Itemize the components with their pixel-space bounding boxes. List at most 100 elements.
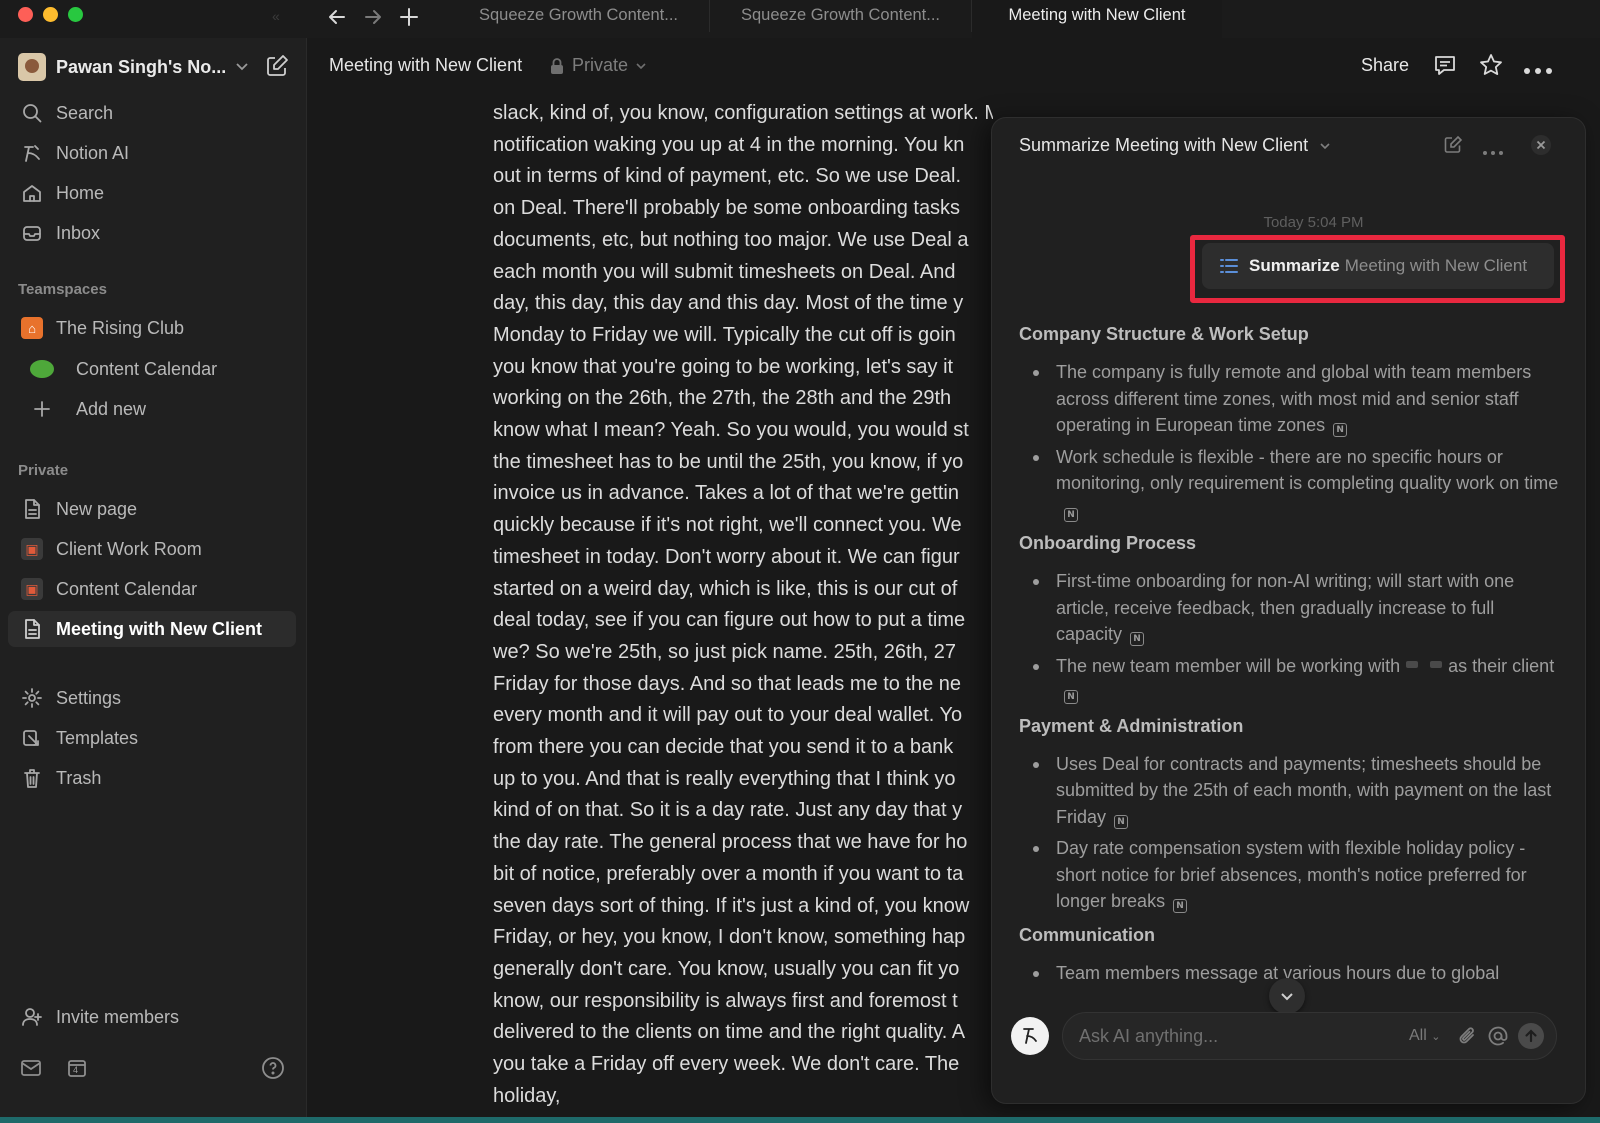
- page-title-breadcrumb[interactable]: Meeting with New Client: [329, 55, 522, 76]
- document-line: every month and it will pay out to your …: [493, 704, 963, 727]
- new-page-compose-icon[interactable]: [264, 53, 290, 79]
- sidebar-item-content-calendar[interactable]: ▣ Content Calendar: [8, 571, 296, 607]
- notion-ai-panel: Summarize Meeting with New Client Today …: [992, 118, 1585, 1103]
- tab-squeeze-growth-1[interactable]: Squeeze Growth Content...: [448, 0, 710, 32]
- citation-icon[interactable]: N: [1173, 899, 1188, 914]
- sidebar-item-home[interactable]: Home: [8, 175, 296, 211]
- maximize-window-button[interactable]: [68, 7, 83, 22]
- sidebar-item-notion-ai[interactable]: Notion AI: [8, 135, 296, 171]
- summary-list-icon: [1220, 259, 1238, 273]
- document-line: notification waking you up at 4 in the m…: [493, 133, 965, 156]
- summary-bullet-list: The company is fully remote and global w…: [1019, 359, 1559, 523]
- more-options-icon[interactable]: [1523, 62, 1553, 80]
- plus-icon: [8, 399, 76, 419]
- sidebar-item-new-page[interactable]: New page: [8, 491, 296, 527]
- summary-bullet-text: The new team member will be working with: [1056, 655, 1401, 676]
- page-header: Meeting with New Client Private Share: [308, 38, 1600, 94]
- plus-icon: [400, 8, 418, 26]
- sidebar-item-meeting-with-new-client[interactable]: Meeting with New Client: [8, 611, 296, 647]
- sidebar-item-label: Templates: [56, 727, 139, 748]
- document-line: the day rate. The general process that w…: [493, 831, 968, 854]
- minimize-window-button[interactable]: [43, 7, 58, 22]
- sidebar-item-client-work-room[interactable]: ▣ Client Work Room: [8, 531, 296, 567]
- page-icon: [8, 498, 56, 520]
- invite-members-button[interactable]: Invite members: [8, 999, 296, 1035]
- citation-icon[interactable]: N: [1333, 423, 1348, 438]
- send-button[interactable]: [1518, 1023, 1544, 1049]
- citation-icon[interactable]: N: [1114, 814, 1129, 829]
- sidebar-item-label: Search: [56, 102, 114, 123]
- document-line: generally don't care. You know, usually …: [493, 957, 960, 980]
- ai-summary-response: Company Structure & Work Setup The compan…: [1019, 324, 1559, 990]
- sidebar-item-settings[interactable]: Settings: [8, 680, 296, 716]
- ai-chat-title[interactable]: Summarize Meeting with New Client: [1019, 135, 1332, 156]
- summary-section-heading: Onboarding Process: [1019, 533, 1197, 553]
- tab-squeeze-growth-2[interactable]: Squeeze Growth Content...: [710, 0, 972, 32]
- sidebar-item-label: Meeting with New Client: [56, 618, 263, 639]
- scope-label: All: [1409, 1027, 1427, 1044]
- collapse-sidebar-icon[interactable]: «: [272, 8, 280, 24]
- comments-icon[interactable]: [1432, 52, 1458, 83]
- document-line: quickly because if it's not right, we'll…: [493, 514, 962, 537]
- calendar-day: 4: [73, 1065, 79, 1075]
- summary-bullet-list: First-time onboarding for non-AI writing…: [1019, 568, 1559, 706]
- sidebar-item-search[interactable]: Search: [8, 95, 296, 131]
- document-line: on Deal. There'll probably be some onboa…: [493, 197, 961, 220]
- sidebar-item-add-new[interactable]: Add new: [8, 391, 296, 427]
- train-emoji-icon: ▣: [8, 538, 56, 560]
- sidebar-item-templates[interactable]: Templates: [8, 720, 296, 756]
- help-icon[interactable]: [261, 1056, 285, 1085]
- sidebar-item-label: Content Calendar: [56, 578, 198, 599]
- ask-ai-input-box[interactable]: All ⌄: [1062, 1012, 1557, 1060]
- calendar-icon[interactable]: 4: [66, 1057, 88, 1084]
- trash-icon: [8, 767, 56, 789]
- mention-icon[interactable]: [1487, 1025, 1509, 1052]
- sidebar-item-the-rising-club[interactable]: ⌂ The Rising Club: [8, 310, 296, 346]
- privacy-selector[interactable]: Private: [550, 55, 656, 76]
- train-emoji-icon: ▣: [8, 578, 56, 600]
- sidebar-item-inbox[interactable]: Inbox: [8, 215, 296, 251]
- back-button[interactable]: [322, 3, 352, 31]
- citation-icon[interactable]: N: [1064, 690, 1078, 705]
- mail-icon[interactable]: [20, 1057, 42, 1084]
- gear-icon: [8, 687, 56, 709]
- private-section-label: Private: [18, 462, 69, 479]
- citation-icon[interactable]: N: [1064, 507, 1078, 522]
- sidebar-item-trash[interactable]: Trash: [8, 760, 296, 796]
- scroll-to-bottom-button[interactable]: [1269, 978, 1305, 1014]
- new-tab-button[interactable]: [394, 3, 424, 31]
- document-body[interactable]: slack, kind of, you know, configuration …: [493, 98, 993, 1113]
- document-line: you take a Friday off every week. We don…: [493, 1053, 960, 1076]
- window-titlebar: « Squeeze Growth Content... Squeeze Grow…: [0, 0, 1600, 38]
- workspace-switcher[interactable]: Pawan Singh's No...: [18, 52, 293, 82]
- invite-members-label: Invite members: [56, 1006, 180, 1027]
- summary-bullet: Uses Deal for contracts and payments; ti…: [1019, 751, 1559, 831]
- document-line: the timesheet has to be until the 25th, …: [493, 450, 964, 473]
- ask-ai-input[interactable]: [1079, 1013, 1399, 1059]
- document-line: you know that you're going to be working…: [493, 355, 954, 378]
- document-line: seven days sort of thing. If it's just a…: [493, 894, 970, 917]
- document-line: know, our responsibility is always first…: [493, 989, 958, 1012]
- document-line: slack, kind of, you know, configuration …: [493, 102, 993, 124]
- sidebar-item-label: Settings: [56, 687, 122, 708]
- share-button[interactable]: Share: [1361, 55, 1409, 76]
- favorite-star-icon[interactable]: [1478, 52, 1504, 83]
- citation-icon[interactable]: N: [1130, 632, 1145, 647]
- close-panel-icon[interactable]: [1530, 134, 1552, 161]
- attach-icon[interactable]: [1458, 1025, 1478, 1052]
- sidebar-item-label: Content Calendar: [76, 358, 218, 379]
- forward-button[interactable]: [358, 3, 388, 31]
- summary-bullet: The company is fully remote and global w…: [1019, 359, 1559, 439]
- tab-meeting-with-new-client[interactable]: Meeting with New Client: [972, 0, 1222, 38]
- close-window-button[interactable]: [18, 7, 33, 22]
- sidebar-item-content-calendar-team[interactable]: Content Calendar: [8, 351, 296, 387]
- document-line: Friday for those days. And so that leads…: [493, 672, 962, 695]
- summary-bullet-list: Uses Deal for contracts and payments; ti…: [1019, 751, 1559, 915]
- lock-icon: [551, 57, 563, 74]
- ai-more-options-icon[interactable]: [1482, 143, 1504, 161]
- sidebar-item-label: Home: [56, 182, 105, 203]
- chevron-down-icon: [236, 63, 248, 71]
- summary-bullet-text: Work schedule is flexible - there are no…: [1056, 446, 1559, 494]
- new-chat-icon[interactable]: [1442, 134, 1464, 161]
- scope-select[interactable]: All ⌄: [1409, 1027, 1440, 1045]
